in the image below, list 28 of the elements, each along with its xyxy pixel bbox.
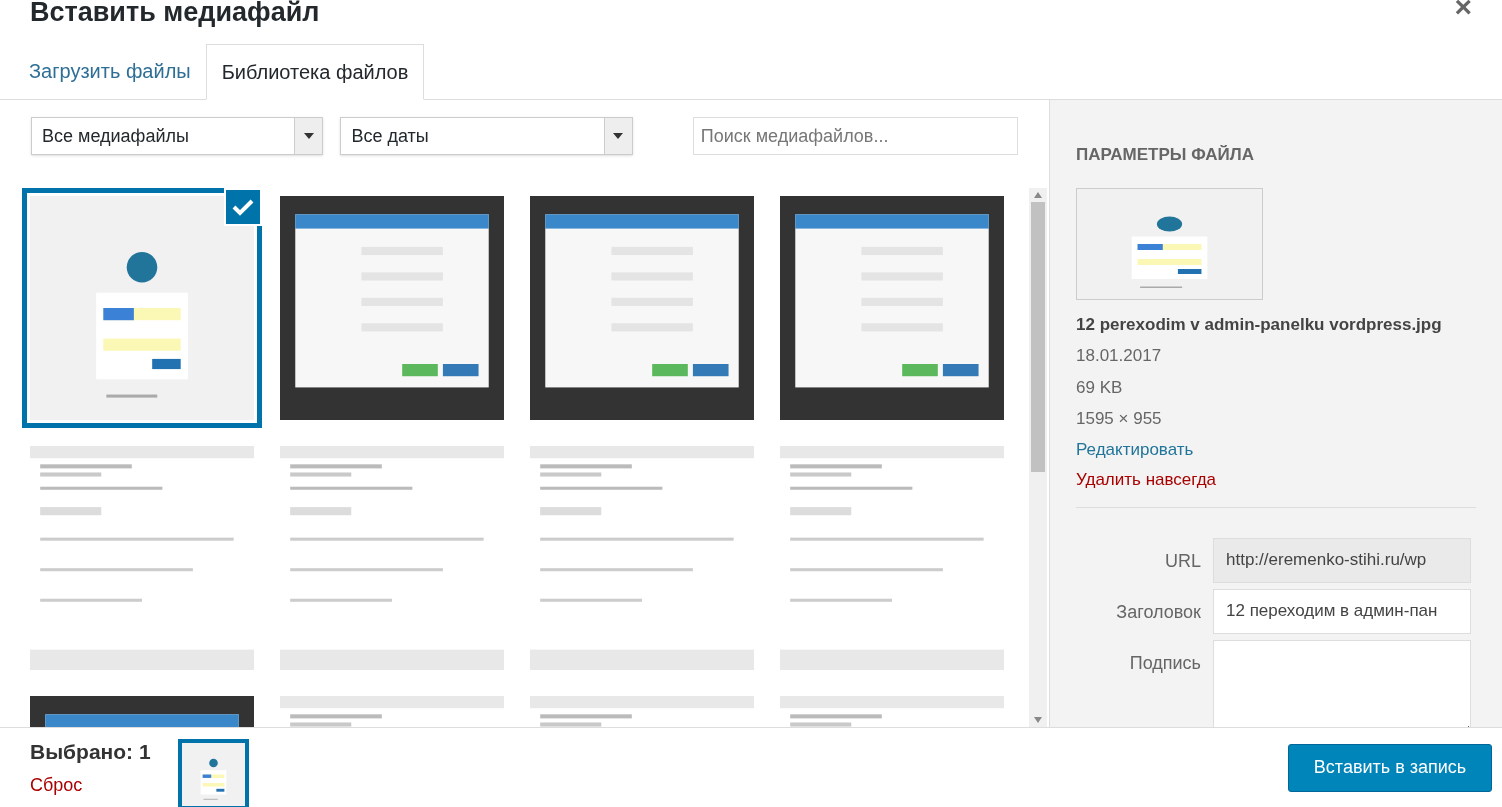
selection-count: Выбрано: 1 — [30, 739, 152, 766]
filter-select[interactable]: Все медиафайлы — [31, 117, 324, 155]
close-button[interactable]: × — [1454, 0, 1472, 22]
dropdown-arrow-icon — [303, 133, 314, 139]
field-label: Подпись — [1128, 651, 1201, 675]
insert-button[interactable]: Вставить в запись — [1288, 743, 1492, 792]
tab[interactable]: Загрузить файлы — [14, 43, 206, 99]
selected-thumbnail[interactable] — [178, 739, 249, 807]
scrollbar[interactable] — [1029, 188, 1047, 727]
search-field[interactable]: Поиск медиафайлов... — [692, 117, 1018, 155]
delete-link[interactable]: Удалить навсегда — [1076, 467, 1476, 493]
file-name: 12 perexodim v admin-panelku vordpress.jpg — [1076, 313, 1443, 336]
text-field[interactable]: http://eremenko-stihi.ru/wp — [1213, 537, 1471, 583]
edit-link[interactable]: Редактировать — [1076, 436, 1476, 462]
reset-link[interactable]: Сброс — [30, 771, 178, 799]
caption-field[interactable] — [1213, 639, 1471, 727]
filter-select[interactable]: Все даты — [340, 117, 633, 155]
tab[interactable]: Библиотека файлов — [205, 44, 425, 100]
field-label: Заголовок — [1115, 600, 1201, 624]
checkmark-icon[interactable] — [224, 188, 262, 226]
file-size: 69 KB — [1076, 376, 1124, 399]
file-dimensions: 1595 × 955 — [1076, 408, 1163, 430]
section-heading: ПАРАМЕТРЫ ФАЙЛА — [1076, 144, 1255, 166]
modal-title: Вставить медиафайл — [30, 0, 320, 29]
file-date: 18.01.2017 — [1076, 345, 1163, 367]
text-field[interactable]: 12 переходим в админ-пан — [1213, 588, 1471, 634]
field-label: URL — [1164, 549, 1201, 573]
dropdown-arrow-icon — [613, 133, 624, 139]
